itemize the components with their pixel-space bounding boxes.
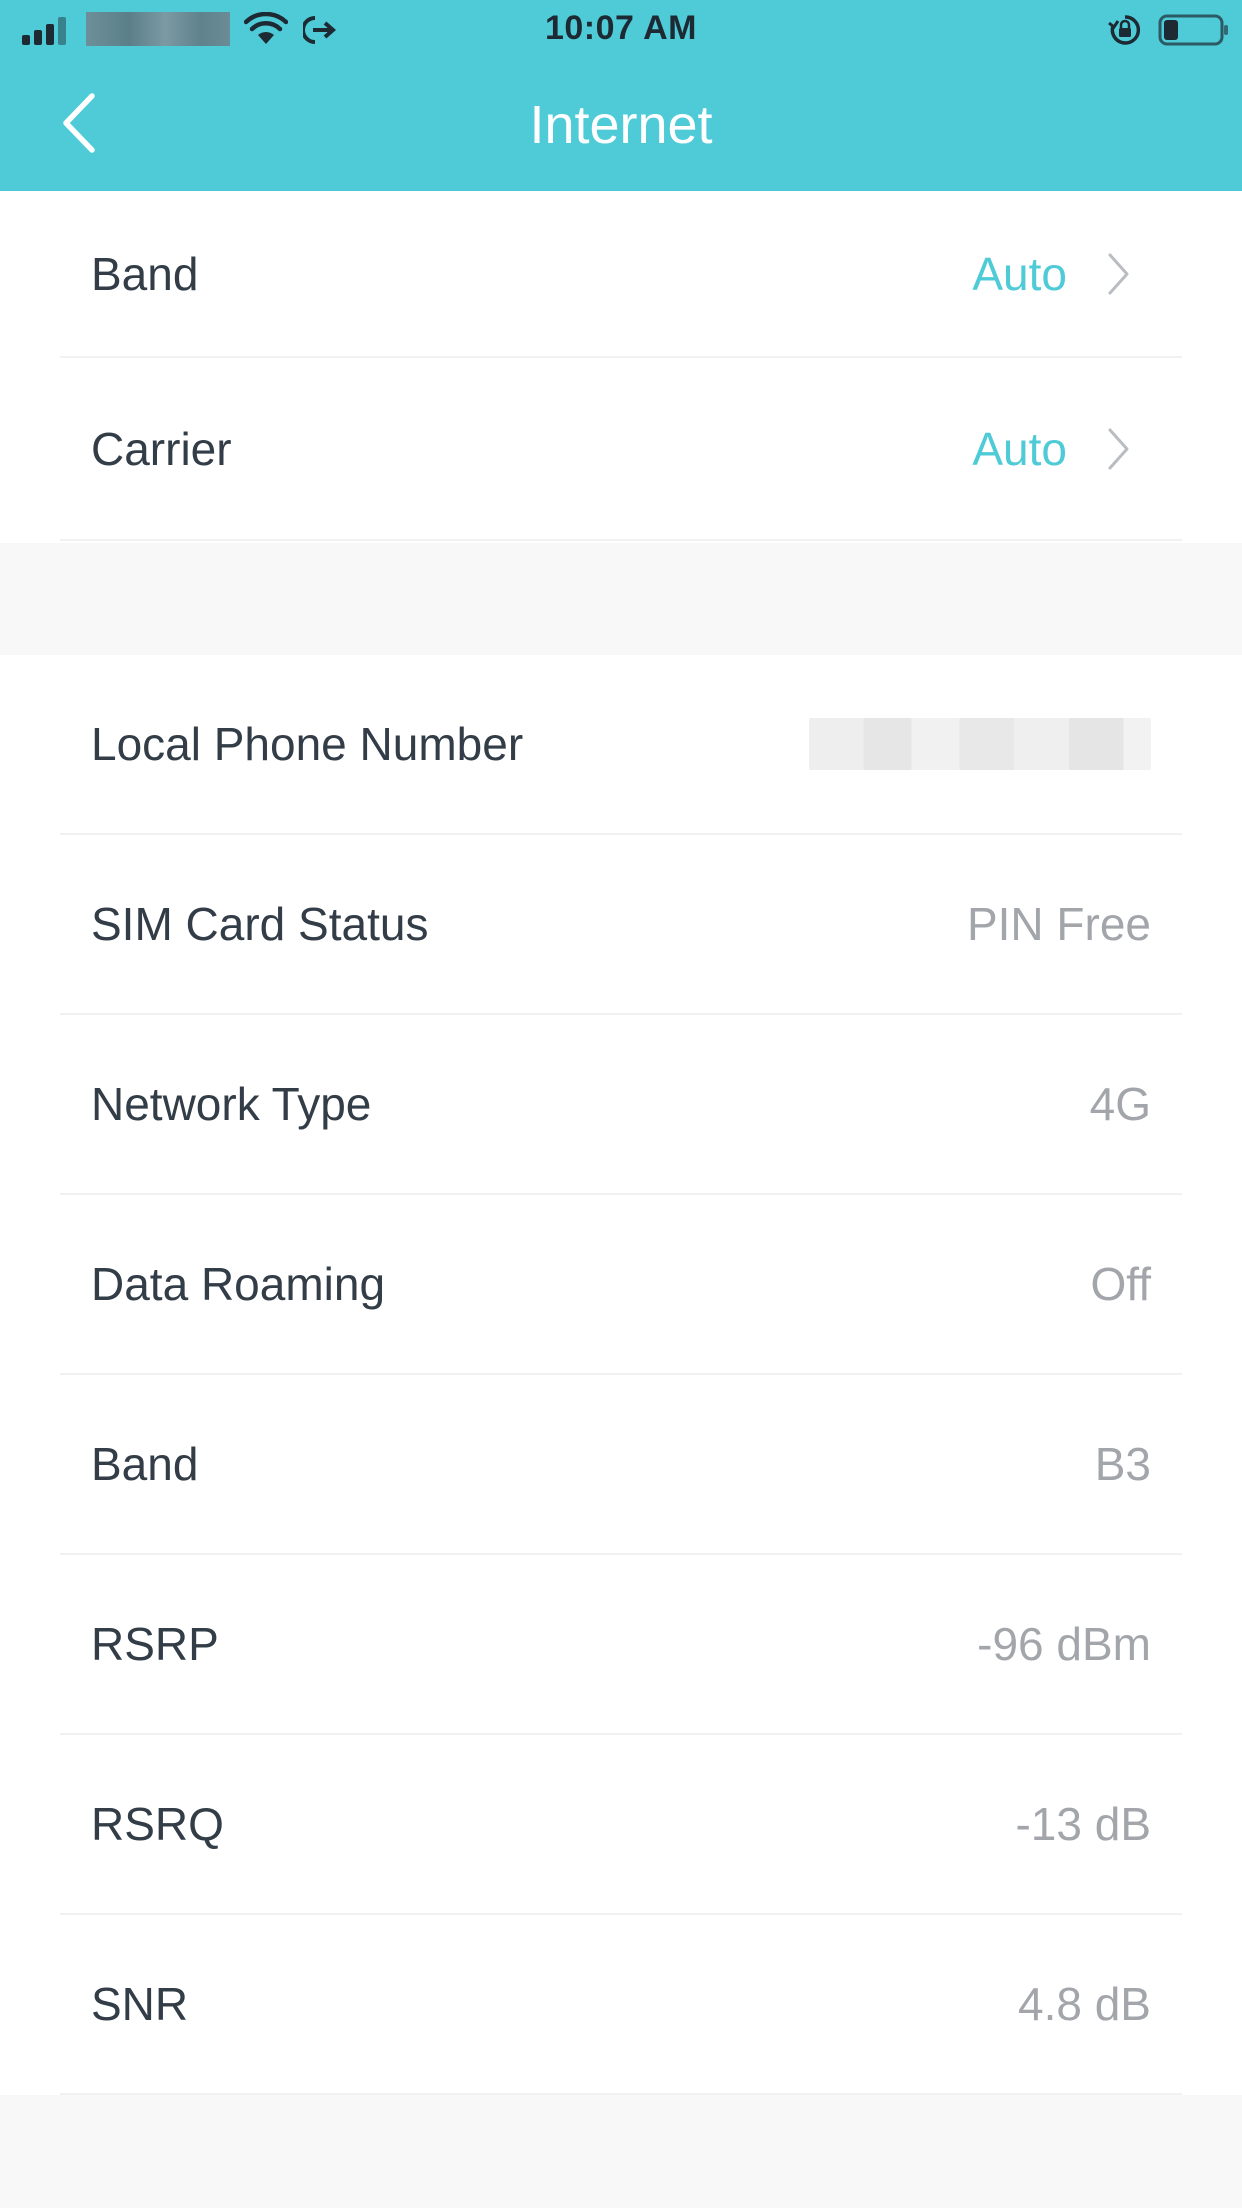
row-label: Data Roaming <box>91 1258 386 1310</box>
row-value: 4.8 dB <box>1018 1978 1151 2030</box>
info-section: Local Phone Number SIM Card Status PIN F… <box>0 655 1242 2095</box>
chevron-right-icon <box>1108 428 1129 469</box>
band-setting-row[interactable]: Band Auto <box>60 191 1182 358</box>
settings-section: Band Auto Carrier Auto <box>0 191 1242 543</box>
rsrq-row: RSRQ -13 dB <box>60 1735 1182 1915</box>
row-value: B3 <box>1094 1438 1151 1490</box>
row-label: SNR <box>91 1978 189 2030</box>
row-value: Off <box>1090 1258 1151 1310</box>
status-bar: 10:07 AM <box>0 0 1242 58</box>
band-info-row: Band B3 <box>60 1375 1182 1555</box>
network-type-row: Network Type 4G <box>60 1015 1182 1195</box>
data-roaming-row: Data Roaming Off <box>60 1195 1182 1375</box>
rotation-lock-icon <box>1108 15 1141 45</box>
row-value: Auto <box>972 247 1067 300</box>
rsrp-row: RSRP -96 dBm <box>60 1555 1182 1735</box>
carrier-setting-row[interactable]: Carrier Auto <box>60 358 1182 541</box>
navigation-bar: Internet <box>0 58 1242 191</box>
row-value: -13 dB <box>1015 1798 1151 1850</box>
row-label: RSRQ <box>91 1798 224 1850</box>
row-label: Band <box>91 1438 199 1490</box>
row-label: Band <box>91 247 199 300</box>
redacted-phone-number <box>809 718 1151 770</box>
row-label: RSRP <box>91 1618 219 1670</box>
row-value: -96 dBm <box>977 1618 1151 1670</box>
row-value: 4G <box>1089 1078 1151 1130</box>
local-phone-number-row: Local Phone Number <box>60 655 1182 835</box>
sim-card-status-row: SIM Card Status PIN Free <box>60 835 1182 1015</box>
row-label: SIM Card Status <box>91 898 429 950</box>
row-value: Auto <box>972 422 1067 475</box>
page-title: Internet <box>529 95 713 155</box>
row-label: Carrier <box>91 422 232 475</box>
snr-row: SNR 4.8 dB <box>60 1915 1182 2095</box>
top-bar: 10:07 AM Internet <box>0 0 1242 191</box>
row-label: Network Type <box>91 1078 372 1130</box>
chevron-right-icon <box>1108 253 1129 294</box>
row-label: Local Phone Number <box>91 718 524 770</box>
row-value: PIN Free <box>966 898 1151 950</box>
status-time: 10:07 AM <box>544 9 698 47</box>
battery-icon <box>1158 14 1228 46</box>
